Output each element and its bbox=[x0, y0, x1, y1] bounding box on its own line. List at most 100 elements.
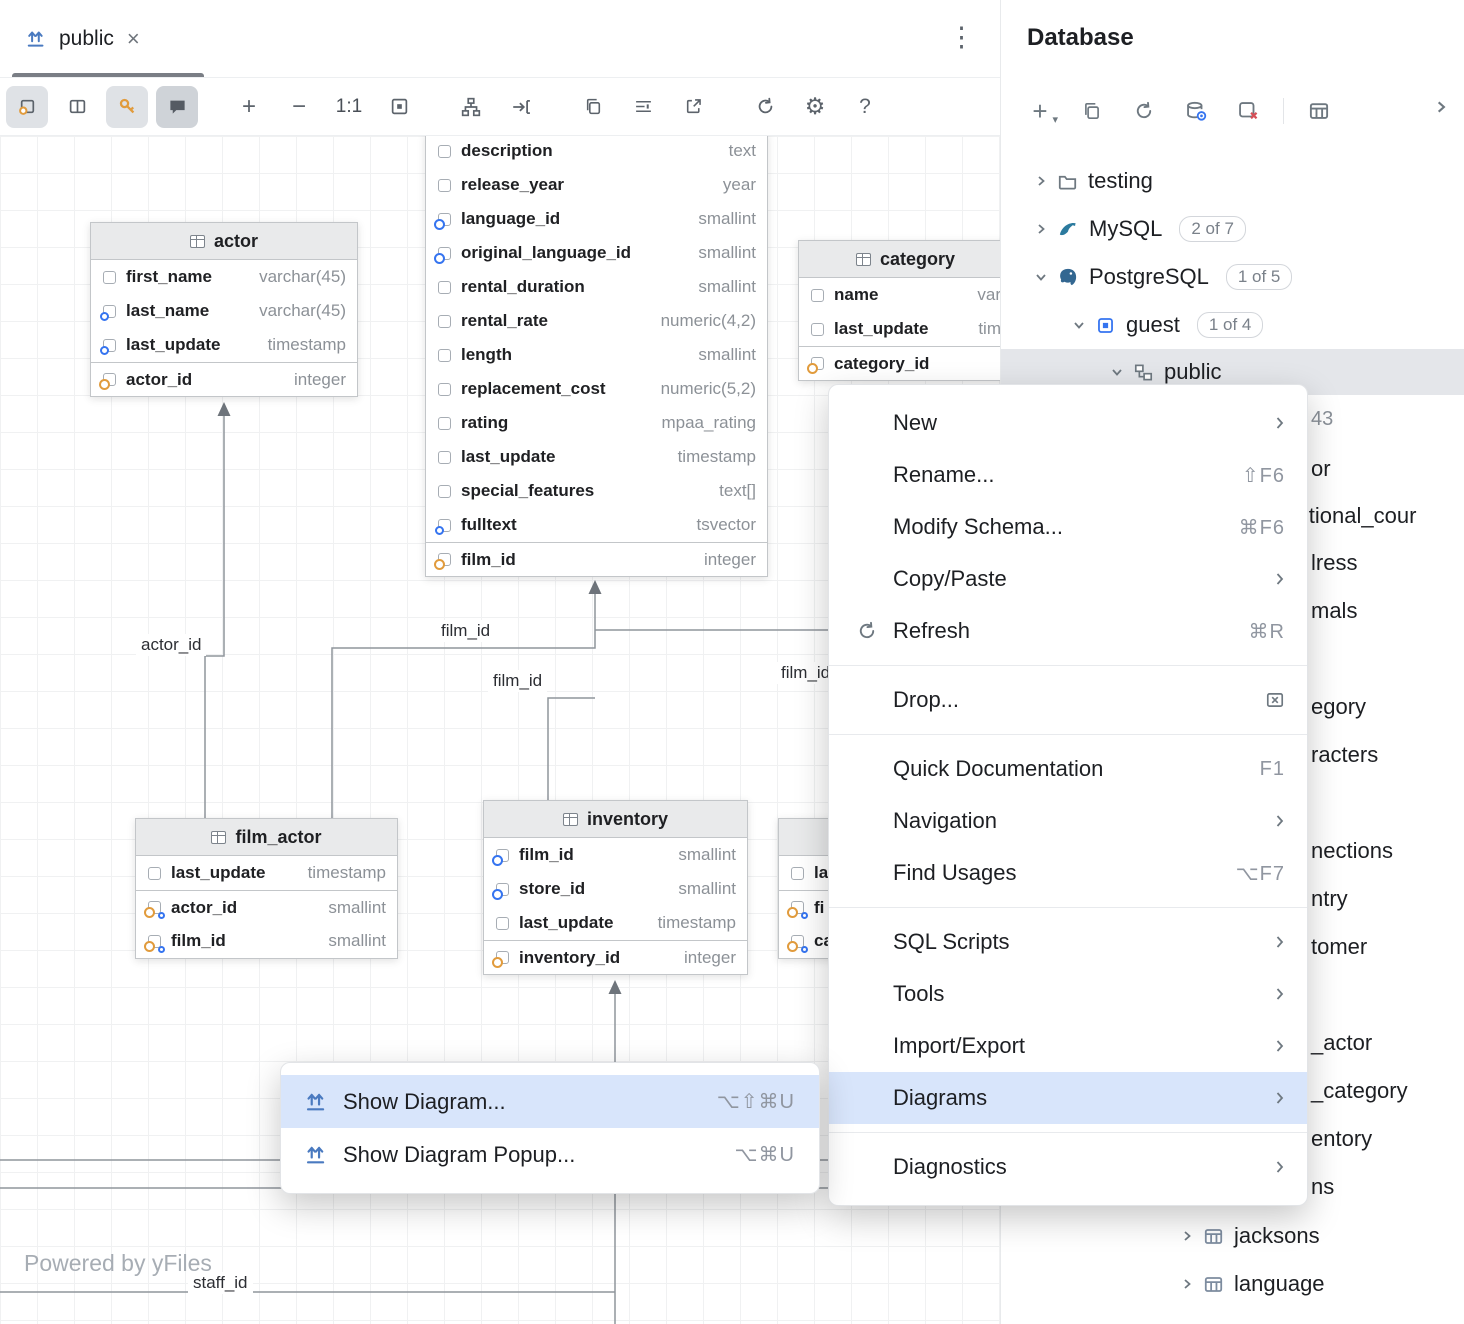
diagram-table-actor[interactable]: actor first_namevarchar(45) last_namevar… bbox=[90, 222, 358, 397]
show-keys-button[interactable] bbox=[106, 86, 148, 128]
new-item-button[interactable]: + ▾ bbox=[1019, 90, 1061, 132]
data-source-properties-button[interactable] bbox=[1175, 90, 1217, 132]
close-icon[interactable]: × bbox=[127, 28, 140, 50]
help-icon: ? bbox=[859, 95, 871, 119]
menu-item-drop[interactable]: Drop... bbox=[829, 674, 1307, 726]
split-columns-button[interactable] bbox=[56, 86, 98, 128]
chevron-right-icon[interactable] bbox=[1181, 1278, 1193, 1290]
table-row[interactable]: language_idsmallint bbox=[426, 202, 767, 236]
more-options-icon[interactable]: ⋮ bbox=[948, 22, 975, 53]
column-fk-icon bbox=[437, 212, 452, 227]
table-row[interactable]: lengthsmallint bbox=[426, 338, 767, 372]
column-icon bbox=[437, 484, 452, 499]
fit-content-button[interactable] bbox=[378, 86, 420, 128]
table-row[interactable]: film_idsmallint bbox=[136, 924, 397, 958]
tree-item-language[interactable]: language bbox=[1181, 1260, 1325, 1308]
table-header[interactable]: inventory bbox=[484, 801, 747, 838]
menu-item-diagrams[interactable]: Diagrams bbox=[829, 1072, 1307, 1124]
menu-item-navigation[interactable]: Navigation bbox=[829, 795, 1307, 847]
table-row[interactable]: replacement_costnumeric(5,2) bbox=[426, 372, 767, 406]
table-header[interactable]: film_actor bbox=[136, 819, 397, 856]
menu-item-refresh[interactable]: Refresh ⌘R bbox=[829, 605, 1307, 657]
tree-item-jacksons[interactable]: jacksons bbox=[1181, 1212, 1320, 1260]
table-view-button[interactable] bbox=[1298, 90, 1340, 132]
tree-item-postgresql[interactable]: PostgreSQL 1 of 5 bbox=[1035, 253, 1292, 301]
table-row[interactable]: last_updatetim bbox=[799, 312, 1000, 346]
table-row[interactable]: category_id bbox=[799, 346, 1000, 380]
chevron-down-icon[interactable] bbox=[1111, 366, 1123, 378]
clipped-tree-text: litional_cour bbox=[1299, 503, 1416, 529]
table-row[interactable]: namevar bbox=[799, 278, 1000, 312]
settings-button[interactable]: ⚙ bbox=[794, 86, 836, 128]
open-in-new-window-button[interactable] bbox=[672, 86, 714, 128]
menu-item-find-usages[interactable]: Find Usages ⌥F7 bbox=[829, 847, 1307, 899]
table-header[interactable]: category bbox=[799, 241, 1000, 278]
chevron-right-icon[interactable] bbox=[1035, 175, 1047, 187]
actual-size-button[interactable]: 1:1 bbox=[328, 86, 370, 128]
table-row[interactable]: original_language_idsmallint bbox=[426, 236, 767, 270]
chevron-down-icon[interactable] bbox=[1073, 319, 1085, 331]
table-row[interactable]: last_updatetimestamp bbox=[136, 856, 397, 890]
refresh-button[interactable] bbox=[744, 86, 786, 128]
shortcut-label: ⌥⌘U bbox=[735, 1142, 796, 1167]
tree-item-partial[interactable] bbox=[1181, 1308, 1223, 1324]
tree-item-testing[interactable]: testing bbox=[1035, 157, 1153, 205]
table-row[interactable]: inventory_idinteger bbox=[484, 940, 747, 974]
menu-item-show-diagram-popup[interactable]: Show Diagram Popup... ⌥⌘U bbox=[281, 1128, 819, 1181]
table-row[interactable]: film_idsmallint bbox=[484, 838, 747, 872]
table-row[interactable]: special_featurestext[] bbox=[426, 474, 767, 508]
tab-public[interactable]: public × bbox=[14, 0, 152, 78]
hide-panel-chevron-icon[interactable] bbox=[1434, 100, 1448, 114]
table-row[interactable]: actor_idsmallint bbox=[136, 890, 397, 924]
table-row[interactable]: last_updatetimestamp bbox=[484, 906, 747, 940]
menu-item-modify-schema[interactable]: Modify Schema... ⌘F6 bbox=[829, 501, 1307, 553]
table-row[interactable]: rental_ratenumeric(4,2) bbox=[426, 304, 767, 338]
table-header[interactable]: actor bbox=[91, 223, 357, 260]
chevron-right-icon[interactable] bbox=[1181, 1230, 1193, 1242]
tree-item-mysql[interactable]: MySQL 2 of 7 bbox=[1035, 205, 1246, 253]
table-row[interactable]: ratingmpaa_rating bbox=[426, 406, 767, 440]
table-row[interactable]: last_updatetimestamp bbox=[426, 440, 767, 474]
diagram-table-film-actor[interactable]: film_actor last_updatetimestamp actor_id… bbox=[135, 818, 398, 959]
shortcut-label: ⌘R bbox=[1249, 619, 1285, 644]
table-row[interactable]: descriptiontext bbox=[426, 136, 767, 168]
table-row[interactable]: last_updatetimestamp bbox=[91, 328, 357, 362]
show-comments-button[interactable] bbox=[156, 86, 198, 128]
diagram-table-film[interactable]: descriptiontext release_yearyear languag… bbox=[425, 136, 768, 577]
menu-item-import-export[interactable]: Import/Export bbox=[829, 1020, 1307, 1072]
tree-item-guest[interactable]: guest 1 of 4 bbox=[1073, 301, 1263, 349]
apply-layout-button[interactable] bbox=[450, 86, 492, 128]
table-row[interactable]: last_namevarchar(45) bbox=[91, 294, 357, 328]
zoom-out-button[interactable]: − bbox=[278, 86, 320, 128]
menu-item-show-diagram[interactable]: Show Diagram... ⌥⇧⌘U bbox=[281, 1075, 819, 1128]
menu-item-copy-paste[interactable]: Copy/Paste bbox=[829, 553, 1307, 605]
diagram-table-category[interactable]: category namevar last_updatetim category… bbox=[798, 240, 1000, 381]
menu-item-sql-scripts[interactable]: SQL Scripts bbox=[829, 916, 1307, 968]
disconnect-button[interactable] bbox=[1227, 90, 1269, 132]
show-columns-button[interactable] bbox=[6, 86, 48, 128]
table-row[interactable]: store_idsmallint bbox=[484, 872, 747, 906]
menu-item-tools[interactable]: Tools bbox=[829, 968, 1307, 1020]
help-button[interactable]: ? bbox=[844, 86, 886, 128]
menu-item-rename[interactable]: Rename... ⇧F6 bbox=[829, 449, 1307, 501]
refresh-button[interactable] bbox=[1123, 90, 1165, 132]
chevron-down-icon[interactable] bbox=[1035, 271, 1047, 283]
diagram-table-inventory[interactable]: inventory film_idsmallint store_idsmalli… bbox=[483, 800, 748, 975]
menu-item-quick-documentation[interactable]: Quick Documentation F1 bbox=[829, 743, 1307, 795]
table-row[interactable]: actor_idinteger bbox=[91, 362, 357, 396]
table-row[interactable]: release_yearyear bbox=[426, 168, 767, 202]
edge-labels-button[interactable] bbox=[622, 86, 664, 128]
layout-direction-button[interactable] bbox=[500, 86, 542, 128]
table-row[interactable]: film_idinteger bbox=[426, 542, 767, 576]
chevron-right-icon[interactable] bbox=[1035, 223, 1047, 235]
menu-item-diagnostics[interactable]: Diagnostics bbox=[829, 1141, 1307, 1193]
zoom-in-button[interactable]: + bbox=[228, 86, 270, 128]
table-row[interactable]: fulltexttsvector bbox=[426, 508, 767, 542]
duplicate-button[interactable] bbox=[1071, 90, 1113, 132]
menu-item-new[interactable]: New bbox=[829, 397, 1307, 449]
clipped-tree-text: entory bbox=[1311, 1126, 1372, 1152]
copy-diagram-button[interactable] bbox=[572, 86, 614, 128]
table-row[interactable]: first_namevarchar(45) bbox=[91, 260, 357, 294]
table-row[interactable]: rental_durationsmallint bbox=[426, 270, 767, 304]
edge-label: staff_id bbox=[188, 1272, 253, 1294]
